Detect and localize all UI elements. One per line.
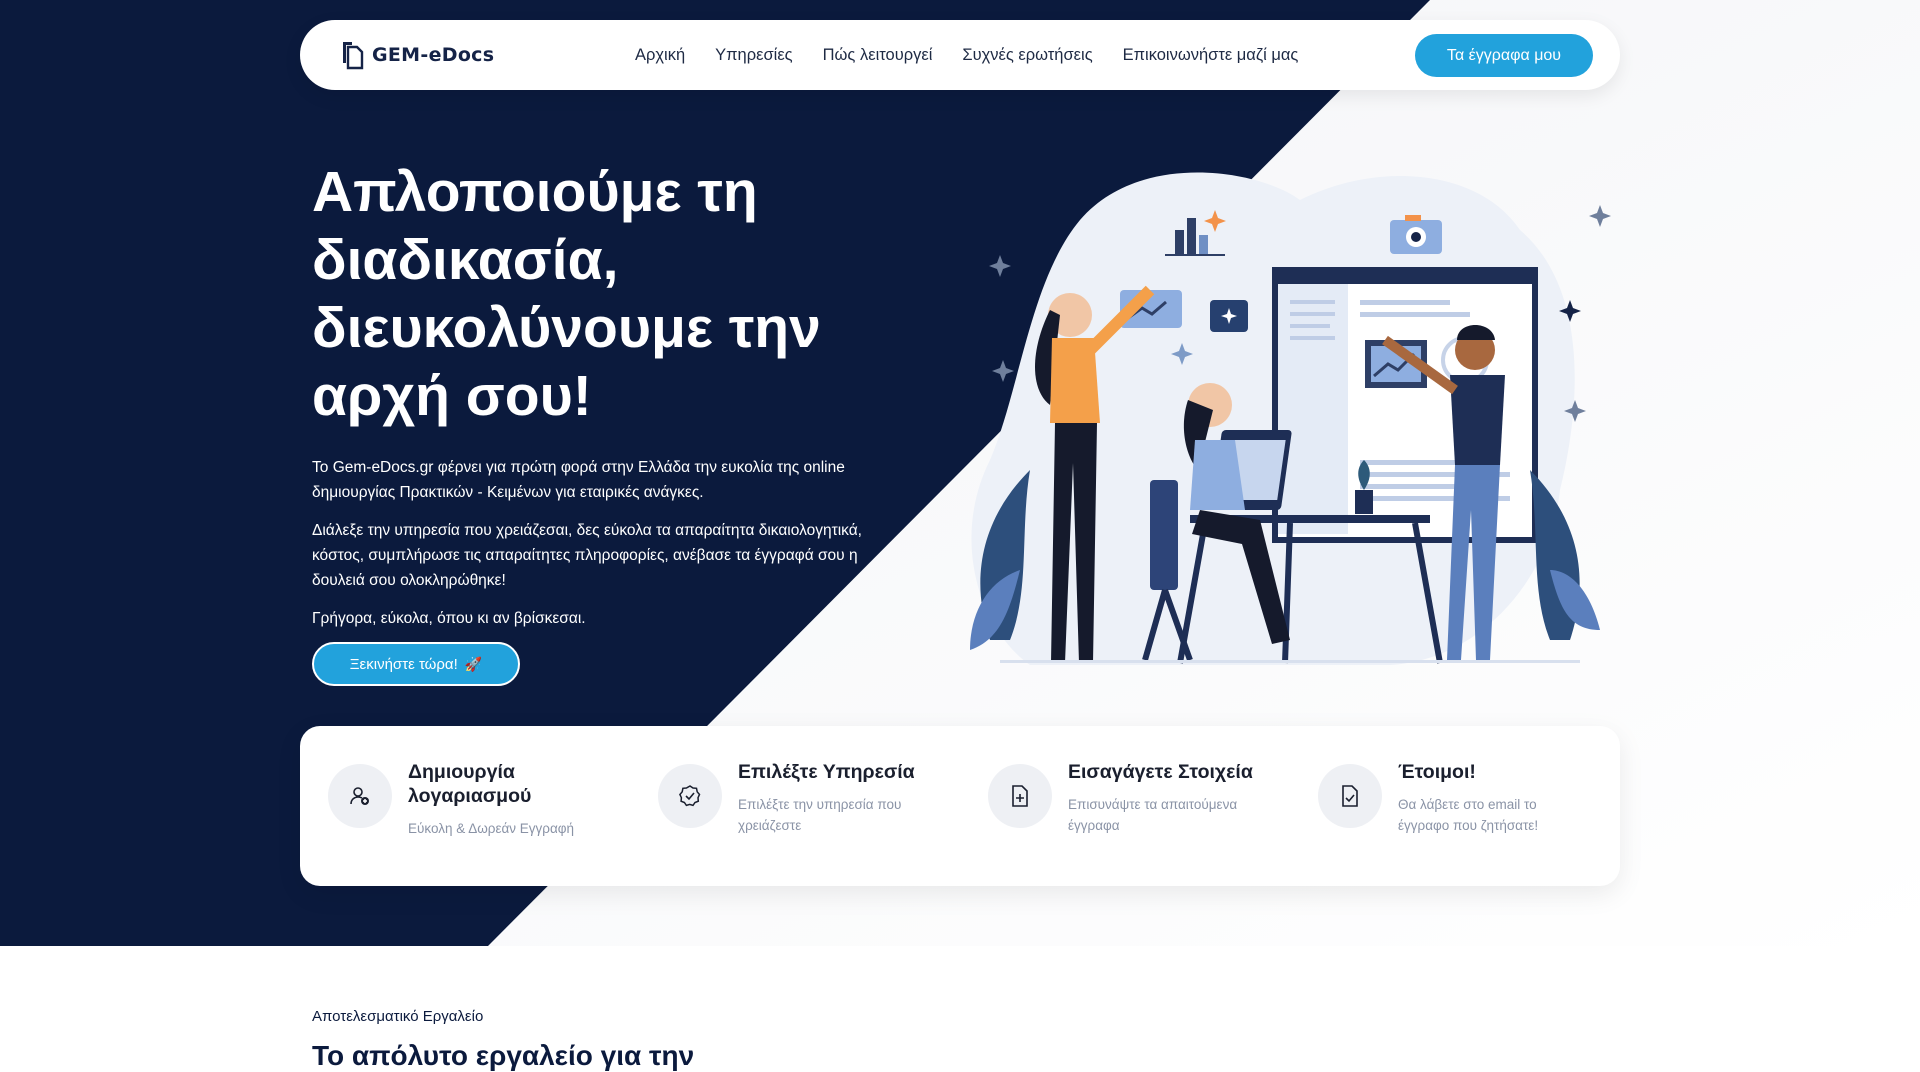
navbar: GEM-eDocs Αρχική Υπηρεσίες Πώς λειτουργε… xyxy=(300,20,1620,90)
nav-contact[interactable]: Επικοινωνήστε μαζί μας xyxy=(1123,46,1299,65)
main-menu: Αρχική Υπηρεσίες Πώς λειτουργεί Συχνές ε… xyxy=(635,20,1328,90)
step-subtitle: Θα λάβετε στο email το έγγραφο που ζητήσ… xyxy=(1398,797,1539,833)
hero-title: Απλοποιούμε τη διαδικασία, διευκολύνουμε… xyxy=(312,160,821,428)
step-create-account[interactable]: Δημιουργία λογαριασμού Εύκολη & Δωρεάν Ε… xyxy=(300,760,600,860)
step-choose-service[interactable]: Επιλέξτε Υπηρεσία Επιλέξτε την υπηρεσία … xyxy=(630,760,930,860)
nav-faq[interactable]: Συχνές ερωτήσεις xyxy=(962,46,1092,65)
badge-check-icon xyxy=(658,764,722,828)
hero-tagline: Γρήγορα, εύκολα, όπου κι αν βρίσκεσαι. xyxy=(312,610,586,627)
document-check-icon xyxy=(1318,764,1382,828)
hero-description: Διάλεξε την υπηρεσία που χρειάζεσαι, δες… xyxy=(312,522,862,589)
step-title: Έτοιμοι! xyxy=(1398,761,1476,783)
camera-icon xyxy=(1390,215,1442,254)
step-ready[interactable]: Έτοιμοι! Θα λάβετε στο email το έγγραφο … xyxy=(1290,760,1590,860)
hero-intro: Το Gem-eDocs.gr φέρνει για πρώτη φορά στ… xyxy=(312,459,845,501)
step-title: Επιλέξτε Υπηρεσία xyxy=(738,761,915,783)
logo-text: GEM-eDocs xyxy=(372,44,495,66)
start-now-button[interactable]: Ξεκινήστε τώρα! 🚀 xyxy=(312,642,520,686)
logo-mark-icon xyxy=(343,42,364,70)
nav-how-it-works[interactable]: Πώς λειτουργεί xyxy=(823,46,933,65)
user-add-icon xyxy=(328,764,392,828)
logo[interactable]: GEM-eDocs xyxy=(340,40,494,70)
start-now-label: Ξεκινήστε τώρα! xyxy=(349,655,458,673)
steps-card: Δημιουργία λογαριασμού Εύκολη & Δωρεάν Ε… xyxy=(300,726,1620,886)
section-title: Το απόλυτο εργαλείο για την xyxy=(312,1040,695,1071)
step-subtitle: Επισυνάψτε τα απαιτούμενα έγγραφα xyxy=(1068,797,1238,833)
nav-home[interactable]: Αρχική xyxy=(635,46,685,65)
document-add-icon xyxy=(988,764,1052,828)
step-subtitle: Επιλέξτε την υπηρεσία που χρειάζεστε xyxy=(738,797,902,833)
step-enter-details[interactable]: Εισαγάγετε Στοιχεία Επισυνάψτε τα απαιτο… xyxy=(960,760,1260,860)
my-documents-button[interactable]: Τα έγγραφα μου xyxy=(1415,34,1593,77)
step-title: Δημιουργία λογαριασμού xyxy=(408,761,532,807)
rocket-icon: 🚀 xyxy=(464,655,483,672)
section-eyebrow: Αποτελεσματικό Εργαλείο xyxy=(312,1008,484,1025)
nav-services[interactable]: Υπηρεσίες xyxy=(715,46,792,65)
hero-illustration xyxy=(970,172,1611,665)
step-title: Εισαγάγετε Στοιχεία xyxy=(1068,761,1253,783)
step-subtitle: Εύκολη & Δωρεάν Εγγραφή xyxy=(408,821,575,836)
